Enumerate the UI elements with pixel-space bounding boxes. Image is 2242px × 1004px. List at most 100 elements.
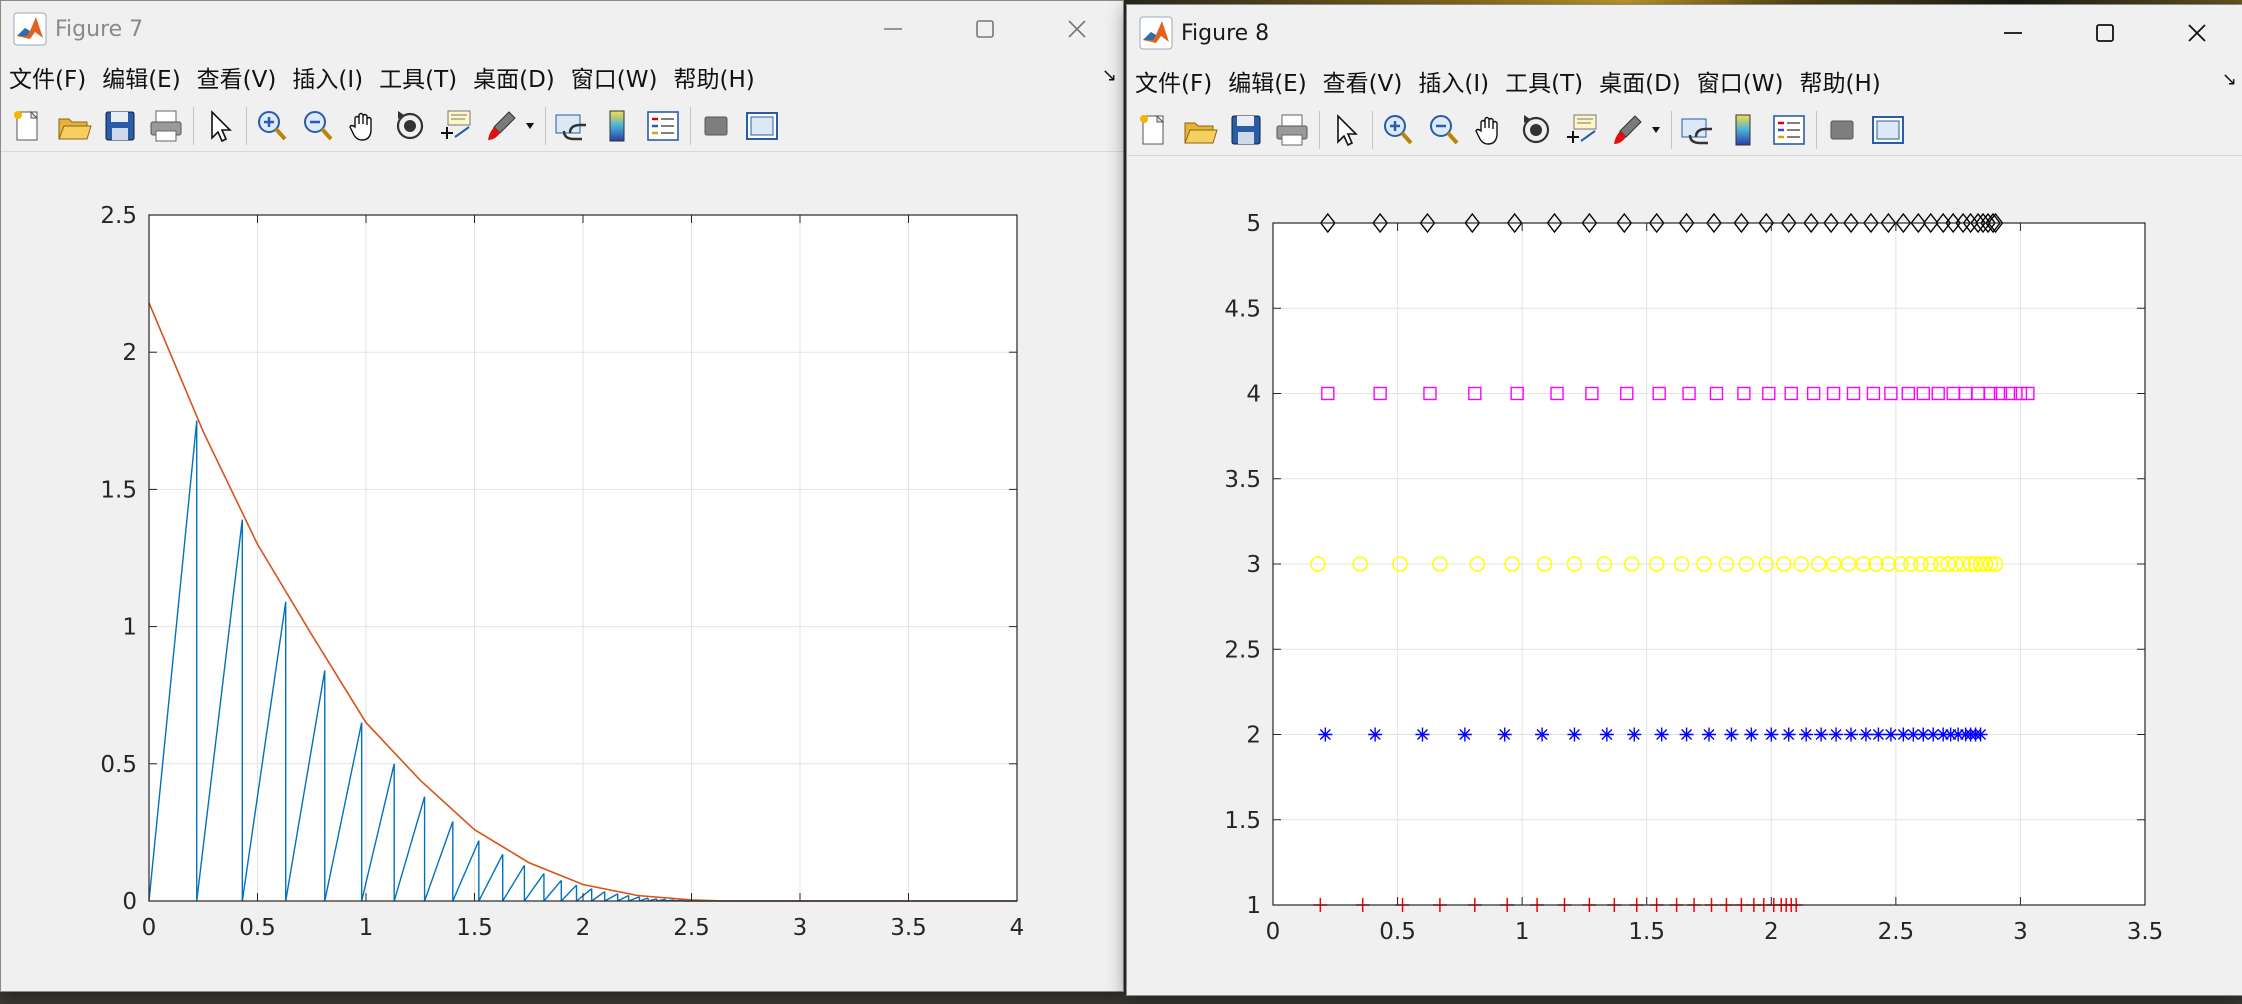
save-button[interactable] bbox=[101, 106, 139, 146]
zoom-out-button[interactable] bbox=[299, 106, 337, 146]
y-tick-label: 3 bbox=[1246, 552, 1261, 578]
x-tick-label: 1.5 bbox=[1628, 919, 1665, 945]
menu-view[interactable]: 查看(V) bbox=[1323, 64, 1403, 98]
pan-hand-icon bbox=[349, 112, 372, 141]
marker-asterisk bbox=[1535, 727, 1550, 742]
menu-window[interactable]: 窗口(W) bbox=[571, 60, 658, 94]
marker-asterisk bbox=[1871, 727, 1886, 742]
show-plot-tools-button[interactable] bbox=[743, 106, 781, 146]
pointer-button[interactable] bbox=[200, 106, 238, 146]
menu-insert[interactable]: 插入(I) bbox=[1418, 64, 1489, 98]
save-button[interactable] bbox=[1227, 110, 1265, 150]
menu-tools[interactable]: 工具(T) bbox=[379, 60, 457, 94]
brush-button[interactable] bbox=[1609, 110, 1647, 150]
brush-button[interactable] bbox=[483, 106, 521, 146]
dock-arrow-icon[interactable]: ↘ bbox=[2222, 69, 2237, 90]
print-button[interactable] bbox=[147, 106, 185, 146]
menu-file[interactable]: 文件(F) bbox=[1135, 64, 1212, 98]
new-figure-button[interactable] bbox=[9, 106, 47, 146]
maximize-icon bbox=[976, 20, 994, 38]
x-tick-label: 3 bbox=[793, 915, 808, 941]
matlab-logo-icon bbox=[1139, 16, 1173, 50]
axes-figure-7[interactable]: 0 0.5 1 1.5 2 2.5 3 3.5 4 0 0.5 1 1.5 2 2.5 bbox=[1, 153, 1121, 989]
brush-dropdown-button[interactable] bbox=[1649, 110, 1663, 150]
maximize-button[interactable] bbox=[2059, 5, 2151, 61]
hide-plot-tools-button[interactable] bbox=[1823, 110, 1861, 150]
data-cursor-button[interactable] bbox=[437, 106, 475, 146]
zoom-out-icon bbox=[304, 111, 333, 141]
menu-help[interactable]: 帮助(H) bbox=[1799, 64, 1880, 98]
figure-window-8[interactable]: Figure 8 文件(F) 编辑(E) 查看(V) 插入(I) 工具(T) 桌面(D) 窗… bbox=[1126, 4, 2242, 996]
x-tick-label: 2.5 bbox=[673, 915, 710, 941]
pan-hand-icon bbox=[1475, 116, 1498, 145]
brush-icon bbox=[1614, 115, 1642, 144]
link-plot-button[interactable] bbox=[1678, 110, 1716, 150]
marker-asterisk bbox=[1724, 727, 1739, 742]
link-plot-button[interactable] bbox=[552, 106, 590, 146]
zoom-in-button[interactable] bbox=[1379, 110, 1417, 150]
minimize-button[interactable] bbox=[847, 1, 939, 57]
rotate-3d-icon bbox=[1522, 115, 1550, 144]
matlab-logo-icon bbox=[13, 12, 47, 46]
figure-canvas[interactable]: 0 0.5 1 1.5 2 2.5 3 3.5 1 1.5 2 2.5 3 3.5 4 4.5 5 bbox=[1127, 157, 2242, 995]
dock-arrow-icon[interactable]: ↘ bbox=[1102, 65, 1117, 86]
menu-help[interactable]: 帮助(H) bbox=[673, 60, 754, 94]
menu-view[interactable]: 查看(V) bbox=[197, 60, 277, 94]
show-plot-tools-button[interactable] bbox=[1869, 110, 1907, 150]
data-cursor-button[interactable] bbox=[1563, 110, 1601, 150]
print-button[interactable] bbox=[1273, 110, 1311, 150]
close-button[interactable] bbox=[1031, 1, 1123, 57]
close-button[interactable] bbox=[2151, 5, 2242, 61]
menu-file[interactable]: 文件(F) bbox=[9, 60, 86, 94]
open-file-icon bbox=[58, 118, 92, 140]
toolbar-separator bbox=[690, 107, 691, 145]
menu-bar: 文件(F) 编辑(E) 查看(V) 插入(I) 工具(T) 桌面(D) 窗口(W) 帮助(H) bbox=[1127, 63, 2242, 99]
x-tick-label: 2 bbox=[576, 915, 591, 941]
rotate-3d-button[interactable] bbox=[391, 106, 429, 146]
colorbar-button[interactable] bbox=[598, 106, 636, 146]
menu-edit[interactable]: 编辑(E) bbox=[1228, 64, 1306, 98]
menu-desktop[interactable]: 桌面(D) bbox=[473, 60, 555, 94]
menu-desktop[interactable]: 桌面(D) bbox=[1599, 64, 1681, 98]
menu-insert[interactable]: 插入(I) bbox=[292, 60, 363, 94]
y-tick-label: 2.5 bbox=[1224, 637, 1261, 663]
x-tick-label: 0 bbox=[142, 915, 157, 941]
open-file-button[interactable] bbox=[55, 106, 93, 146]
menu-edit[interactable]: 编辑(E) bbox=[102, 60, 180, 94]
colorbar-button[interactable] bbox=[1724, 110, 1762, 150]
colorbar-icon bbox=[1735, 114, 1751, 146]
zoom-out-button[interactable] bbox=[1425, 110, 1463, 150]
minimize-button[interactable] bbox=[1967, 5, 2059, 61]
window-controls bbox=[847, 1, 1123, 57]
hide-plot-tools-button[interactable] bbox=[697, 106, 735, 146]
hide-plot-tools-icon bbox=[1830, 120, 1854, 140]
maximize-button[interactable] bbox=[939, 1, 1031, 57]
x-tick-label: 1 bbox=[359, 915, 374, 941]
brush-dropdown-button[interactable] bbox=[523, 106, 537, 146]
y-tick-label: 5 bbox=[1246, 211, 1261, 237]
figure-toolbar bbox=[1127, 105, 2242, 156]
pointer-icon bbox=[211, 110, 232, 143]
menu-window[interactable]: 窗口(W) bbox=[1697, 64, 1784, 98]
toolbar-separator bbox=[1372, 111, 1373, 149]
figure-canvas[interactable]: 0 0.5 1 1.5 2 2.5 3 3.5 4 0 0.5 1 1.5 2 2.5 bbox=[1, 153, 1123, 991]
colorbar-icon bbox=[609, 110, 625, 142]
toolbar-separator bbox=[1816, 111, 1817, 149]
menu-tools[interactable]: 工具(T) bbox=[1505, 64, 1583, 98]
brush-dropdown-icon bbox=[1652, 127, 1660, 133]
axes-figure-8[interactable]: 0 0.5 1 1.5 2 2.5 3 3.5 1 1.5 2 2.5 3 3.5 4 4.5 5 bbox=[1127, 157, 2241, 993]
zoom-in-button[interactable] bbox=[253, 106, 291, 146]
new-figure-button[interactable] bbox=[1135, 110, 1173, 150]
y-tick-label: 0 bbox=[122, 889, 137, 915]
open-file-button[interactable] bbox=[1181, 110, 1219, 150]
rotate-3d-button[interactable] bbox=[1517, 110, 1555, 150]
legend-button[interactable] bbox=[644, 106, 682, 146]
pointer-button[interactable] bbox=[1326, 110, 1364, 150]
figure-window-7[interactable]: Figure 7 文件(F) 编辑(E) 查看(V) 插入(I) 工具(T) 桌面(D) 窗… bbox=[0, 0, 1124, 992]
pan-hand-button[interactable] bbox=[345, 106, 383, 146]
legend-button[interactable] bbox=[1770, 110, 1808, 150]
minimize-icon bbox=[884, 28, 902, 30]
x-tick-label: 3.5 bbox=[2127, 919, 2164, 945]
y-tick-label: 1 bbox=[1246, 893, 1261, 919]
pan-hand-button[interactable] bbox=[1471, 110, 1509, 150]
